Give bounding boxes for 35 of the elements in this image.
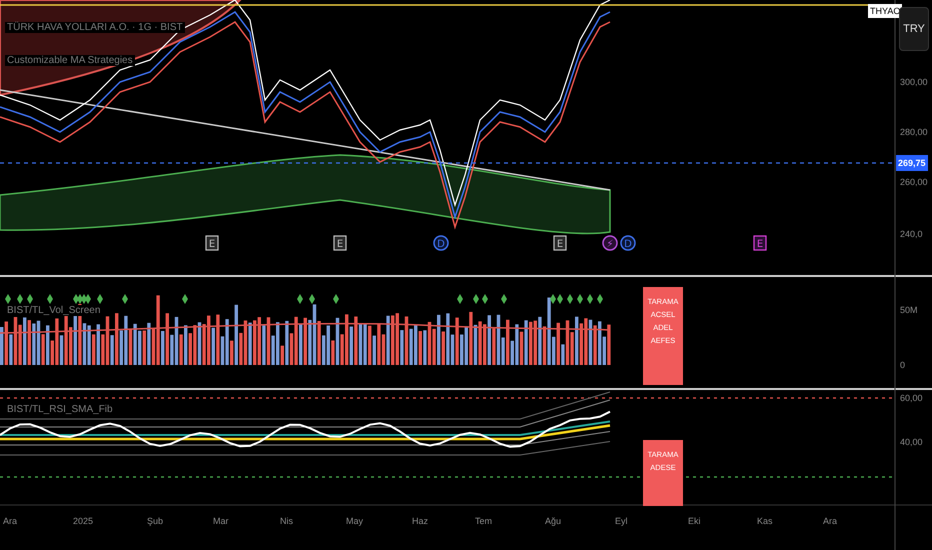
time-axis-label: Haz [412, 516, 428, 526]
event-square-marker[interactable]: E [333, 235, 347, 251]
time-axis-label: May [346, 516, 364, 526]
time-axis-label: Mar [213, 516, 228, 526]
event-square-marker[interactable]: E [205, 235, 219, 251]
time-axis-label: Kas [757, 516, 773, 526]
price-axis-label: 280,00 [900, 127, 928, 137]
time-axis-label: Ara [823, 516, 838, 526]
time-axis-label: Ara [3, 516, 18, 526]
volume-axis-label: 50M [900, 305, 918, 315]
event-circle-marker[interactable]: D [620, 235, 636, 251]
price-axis-label: 240,0 [900, 229, 923, 239]
volume-indicator-title: BIST/TL_Vol_Screen [5, 305, 102, 316]
event-square-marker[interactable]: E [753, 235, 767, 251]
event-circle-marker[interactable]: ⚡ [602, 235, 618, 251]
time-axis-label: Ağu [545, 516, 562, 526]
rsi-axis-label: 40,00 [900, 437, 923, 447]
event-square-marker[interactable]: E [553, 235, 567, 251]
volume-axis-label: 0 [900, 360, 906, 370]
time-axis-label: 2025 [73, 516, 94, 526]
rsi-indicator-title: BIST/TL_RSI_SMA_Fib [5, 404, 115, 415]
time-axis-label: Şub [147, 516, 164, 526]
time-axis-label: Eki [688, 516, 701, 526]
event-circle-marker[interactable]: D [433, 235, 449, 251]
price-axis-label: 300,00 [900, 77, 928, 87]
rsi-axis-label: 60,00 [900, 393, 923, 403]
time-axis-label: Tem [475, 516, 492, 526]
price-axis-label: 260,00 [900, 177, 928, 187]
time-axis-label: Eyl [615, 516, 628, 526]
indicator-title: Customizable MA Strategies [5, 55, 135, 66]
currency-button[interactable]: TRY [899, 7, 929, 51]
symbol-tag: THYAO [868, 4, 902, 18]
time-axis-label: Nis [280, 516, 293, 526]
symbol-title: TÜRK HAVA YOLLARI A.O. · 1G · BIST [5, 22, 185, 33]
last-price-label: 269,75 [896, 155, 928, 171]
